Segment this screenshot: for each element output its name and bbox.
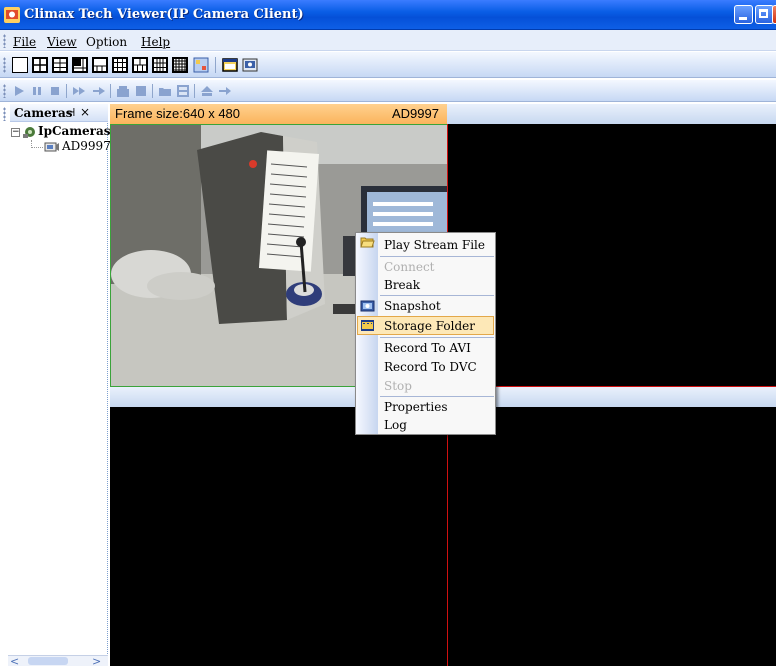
cell-4-header[interactable] [447,387,776,407]
toolbar2-separator-1 [66,84,67,98]
scroll-left-icon[interactable]: < [10,655,19,668]
menu-file[interactable]: File [13,35,36,49]
cell-camera-name: AD9997 [392,106,439,121]
play-icon[interactable] [12,84,26,98]
storage-icon[interactable] [176,84,190,98]
menu-option[interactable]: Option [86,35,127,49]
menu-connect[interactable]: Connect [384,260,435,274]
frame-size-label: Frame size:640 x 480 [115,106,241,121]
folder-film-icon [361,320,374,331]
layout-1x1-icon[interactable] [12,57,28,73]
toolbar2-separator-4 [194,84,195,98]
scroll-right-icon[interactable]: > [92,655,101,668]
scroll-thumb[interactable] [28,657,68,665]
menu-separator [380,396,494,397]
menu-view[interactable]: View [47,35,77,49]
layout-2x2-icon[interactable] [32,57,48,73]
menu-storage-folder[interactable]: Storage Folder [384,319,475,333]
app-icon [4,7,20,23]
snapshot-gallery-icon[interactable] [242,57,258,73]
toolbar2-grip[interactable] [3,84,6,98]
open-folder-icon[interactable] [158,84,172,98]
fast-forward-icon[interactable] [72,84,86,98]
menu-snapshot[interactable]: Snapshot [384,299,441,313]
window-title: Climax Tech Viewer(IP Camera Client) [24,7,304,22]
record-icon[interactable] [116,84,130,98]
menu-file-label: File [13,35,37,49]
fullscreen-icon[interactable] [222,57,238,73]
menu-view-label: View [47,35,77,49]
toolbar2-separator-2 [110,84,111,98]
stop-icon[interactable] [48,84,62,98]
close-pane-icon[interactable]: × [80,105,90,119]
menu-properties[interactable]: Properties [384,400,447,414]
open-folder-icon [360,237,375,248]
cell-2-header[interactable] [447,104,776,124]
layout-1plus7-icon[interactable] [92,57,108,73]
tree-connector [31,140,43,148]
layout-3x4-icon[interactable] [152,57,168,73]
menu-separator [380,337,494,338]
arrow-right-icon[interactable] [218,84,232,98]
layout-4x4-icon[interactable] [112,57,128,73]
menu-play-stream-file[interactable]: Play Stream File [384,238,485,252]
toolbar2-separator-3 [152,84,153,98]
minimize-button[interactable] [734,5,753,24]
tree-root-ipcameras[interactable]: IpCameras [38,124,111,138]
menu-log[interactable]: Log [384,418,407,432]
layout-2x3-icon[interactable] [132,57,148,73]
stop-record-icon[interactable] [134,84,148,98]
upload-icon[interactable] [200,84,214,98]
close-button[interactable] [772,5,776,24]
menu-break[interactable]: Break [384,278,420,292]
toolbar-grip[interactable] [3,57,6,73]
menu-record-to-avi[interactable]: Record To AVI [384,341,471,355]
pause-icon[interactable] [30,84,44,98]
menu-record-to-dvc[interactable]: Record To DVC [384,360,477,374]
menu-stop[interactable]: Stop [384,379,412,393]
camera-icon [360,300,375,312]
layout-3x3-icon[interactable] [52,57,68,73]
menu-help-label: Help [141,35,171,49]
tree-collapse-icon[interactable]: − [11,128,20,137]
menu-help[interactable]: Help [141,35,170,49]
selection-horizontal-line [448,386,776,387]
panel-grip[interactable] [3,107,6,121]
camera-group-icon [23,127,35,138]
layout-1plus5-icon[interactable] [72,57,88,73]
cameras-panel-title: Cameras [14,106,73,120]
menu-option-label: Option [86,35,128,49]
menubar-grip[interactable] [3,34,6,48]
menu-separator [380,256,494,257]
settings-grid-icon[interactable] [193,57,209,73]
ip-camera-icon [44,142,59,152]
pin-icon[interactable]: ⊣ [66,106,75,119]
tree-item-camera[interactable]: AD9997 [62,139,111,153]
layout-5x5-icon[interactable] [172,57,188,73]
toolbar-separator [215,57,216,73]
cameras-panel [8,104,108,666]
menu-separator [380,295,494,296]
step-forward-icon[interactable] [92,84,106,98]
